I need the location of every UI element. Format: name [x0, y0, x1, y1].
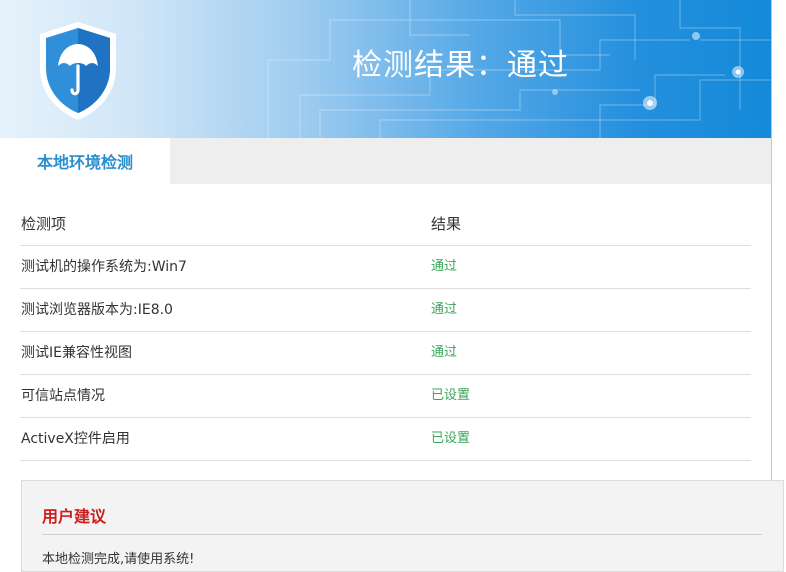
panel-border [771, 0, 772, 553]
check-item-label: 测试机的操作系统为:Win7 [21, 259, 187, 275]
cloud-icon [118, 28, 144, 43]
umbrella-shield-icon [40, 22, 116, 120]
check-item-label: 测试IE兼容性视图 [21, 345, 132, 361]
header-banner: 检测结果：通过 [0, 0, 771, 138]
suggestion-text: 本地检测完成,请使用系统! [42, 552, 195, 567]
column-header-item: 检测项 [21, 215, 67, 233]
table-row: 测试机的操作系统为:Win7 通过 [20, 246, 751, 289]
check-results-table: 检测项 结果 测试机的操作系统为:Win7 通过 测试浏览器版本为:IE8.0 … [20, 203, 751, 461]
user-suggestion-box: 用户建议 本地检测完成,请使用系统! [21, 480, 784, 572]
table-row: 测试IE兼容性视图 通过 [20, 332, 751, 375]
tab-bar: 本地环境检测 [0, 138, 771, 184]
table-header-row: 检测项 结果 [20, 203, 751, 246]
check-result-status: 通过 [431, 259, 458, 274]
check-item-label: 可信站点情况 [21, 388, 105, 404]
suggestion-title: 用户建议 [42, 507, 107, 526]
tab-label: 本地环境检测 [36, 153, 133, 172]
table-row: ActiveX控件启用 已设置 [20, 418, 751, 461]
check-result-status: 已设置 [431, 431, 471, 446]
page-title: 检测结果：通过 [352, 48, 569, 83]
column-header-result: 结果 [431, 215, 462, 233]
check-result-status: 已设置 [431, 388, 471, 403]
check-result-status: 通过 [431, 302, 458, 317]
table-row: 测试浏览器版本为:IE8.0 通过 [20, 289, 751, 332]
check-result-status: 通过 [431, 345, 458, 360]
tab-local-env-check[interactable]: 本地环境检测 [0, 138, 170, 184]
divider [42, 534, 762, 535]
check-item-label: ActiveX控件启用 [21, 431, 130, 447]
check-item-label: 测试浏览器版本为:IE8.0 [21, 302, 173, 318]
table-row: 可信站点情况 已设置 [20, 375, 751, 418]
